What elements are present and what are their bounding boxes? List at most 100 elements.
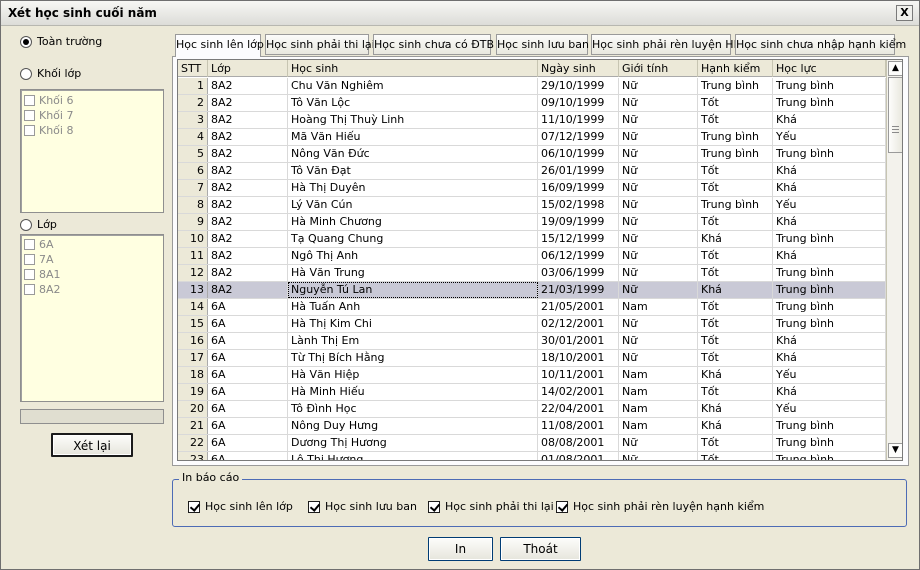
table-row[interactable]: 11 8A2 Ngô Thị Anh 06/12/1999 Nữ Tốt Khá bbox=[178, 248, 886, 265]
radio-whole-school[interactable]: Toàn trường bbox=[20, 35, 102, 48]
table-cell[interactable]: 8A2 bbox=[208, 197, 288, 213]
table-cell[interactable]: 16 bbox=[178, 333, 208, 349]
student-grid[interactable]: STT Lớp Học sinh Ngày sinh Giới tính Hạn… bbox=[177, 59, 903, 461]
table-cell[interactable]: Nguyễn Tú Lan bbox=[288, 282, 538, 298]
scroll-thumb[interactable] bbox=[888, 77, 902, 153]
table-cell[interactable]: Tốt bbox=[698, 350, 773, 366]
table-cell[interactable]: 06/10/1999 bbox=[538, 146, 619, 162]
table-cell[interactable]: Tốt bbox=[698, 299, 773, 315]
tab-held-back[interactable]: Học sinh lưu ban bbox=[496, 34, 589, 55]
table-cell[interactable]: 8A2 bbox=[208, 248, 288, 264]
table-cell[interactable]: 11/10/1999 bbox=[538, 112, 619, 128]
scroll-down-button[interactable]: ▼ bbox=[888, 443, 902, 458]
table-row[interactable]: 6 8A2 Tô Văn Đạt 26/01/1999 Nữ Tốt Khá bbox=[178, 163, 886, 180]
table-cell[interactable]: Khá bbox=[698, 282, 773, 298]
class-list[interactable]: 6A 7A 8A1 8A2 bbox=[20, 234, 164, 402]
table-cell[interactable]: 13 bbox=[178, 282, 208, 298]
print-option-conduct[interactable]: Học sinh phải rèn luyện hạnh kiểm bbox=[556, 500, 764, 513]
table-cell[interactable]: 6A bbox=[208, 333, 288, 349]
table-cell[interactable]: 7 bbox=[178, 180, 208, 196]
table-cell[interactable]: Trung bình bbox=[773, 78, 886, 94]
table-cell[interactable]: 15/02/1998 bbox=[538, 197, 619, 213]
table-cell[interactable]: 5 bbox=[178, 146, 208, 162]
table-cell[interactable]: 14/02/2001 bbox=[538, 384, 619, 400]
table-cell[interactable]: 18/10/2001 bbox=[538, 350, 619, 366]
table-cell[interactable]: Nữ bbox=[619, 316, 698, 332]
table-cell[interactable]: 6A bbox=[208, 299, 288, 315]
table-cell[interactable]: 22/04/2001 bbox=[538, 401, 619, 417]
table-cell[interactable]: 6 bbox=[178, 163, 208, 179]
table-cell[interactable]: Nữ bbox=[619, 146, 698, 162]
table-cell[interactable]: Trung bình bbox=[773, 418, 886, 434]
table-cell[interactable]: Khá bbox=[773, 180, 886, 196]
table-cell[interactable]: Tạ Quang Chung bbox=[288, 231, 538, 247]
table-cell[interactable]: Nam bbox=[619, 299, 698, 315]
table-cell[interactable]: 6A bbox=[208, 316, 288, 332]
table-cell[interactable]: Hà Văn Hiệp bbox=[288, 367, 538, 383]
table-cell[interactable]: 21/03/1999 bbox=[538, 282, 619, 298]
table-row[interactable]: 15 6A Hà Thị Kim Chi 02/12/2001 Nữ Tốt Trung b… bbox=[178, 316, 886, 333]
scroll-up-button[interactable]: ▲ bbox=[888, 61, 902, 76]
vertical-scrollbar[interactable]: ▲ ▼ bbox=[886, 60, 902, 460]
table-row[interactable]: 18 6A Hà Văn Hiệp 10/11/2001 Nam Khá Yếu bbox=[178, 367, 886, 384]
table-cell[interactable]: Chu Văn Nghiêm bbox=[288, 78, 538, 94]
table-cell[interactable]: 15/12/1999 bbox=[538, 231, 619, 247]
table-cell[interactable]: Trung bình bbox=[773, 95, 886, 111]
table-cell[interactable]: Tốt bbox=[698, 452, 773, 460]
table-cell[interactable]: 8A2 bbox=[208, 95, 288, 111]
column-header[interactable]: Hạnh kiểm bbox=[698, 60, 773, 77]
table-cell[interactable]: Hà Thị Duyên bbox=[288, 180, 538, 196]
table-cell[interactable]: Nam bbox=[619, 384, 698, 400]
table-cell[interactable]: 19 bbox=[178, 384, 208, 400]
table-cell[interactable]: Hà Minh Hiếu bbox=[288, 384, 538, 400]
table-row[interactable]: 13 8A2 Nguyễn Tú Lan 21/03/1999 Nữ Khá Trung b… bbox=[178, 282, 886, 299]
table-cell[interactable]: Khá bbox=[773, 112, 886, 128]
table-cell[interactable]: 8A2 bbox=[208, 78, 288, 94]
table-cell[interactable]: Trung bình bbox=[773, 299, 886, 315]
class-item[interactable]: 8A2 bbox=[21, 282, 163, 297]
table-row[interactable]: 2 8A2 Tô Văn Lộc 09/10/1999 Nữ Tốt Trung bình bbox=[178, 95, 886, 112]
radio-grade[interactable]: Khối lớp bbox=[20, 67, 81, 80]
table-cell[interactable]: Lô Thị Hương bbox=[288, 452, 538, 460]
table-cell[interactable]: Tô Văn Lộc bbox=[288, 95, 538, 111]
table-row[interactable]: 21 6A Nông Duy Hưng 11/08/2001 Nam Khá Trung b… bbox=[178, 418, 886, 435]
table-cell[interactable]: Nông Duy Hưng bbox=[288, 418, 538, 434]
table-cell[interactable]: 11/08/2001 bbox=[538, 418, 619, 434]
table-cell[interactable]: 19/09/1999 bbox=[538, 214, 619, 230]
table-cell[interactable]: Khá bbox=[698, 401, 773, 417]
table-cell[interactable]: Tốt bbox=[698, 248, 773, 264]
table-cell[interactable]: Nữ bbox=[619, 95, 698, 111]
print-option-retake[interactable]: Học sinh phải thi lại bbox=[428, 500, 554, 513]
class-item[interactable]: 8A1 bbox=[21, 267, 163, 282]
table-cell[interactable]: Khá bbox=[773, 214, 886, 230]
table-cell[interactable]: Tốt bbox=[698, 384, 773, 400]
table-cell[interactable]: 1 bbox=[178, 78, 208, 94]
grade-item[interactable]: Khối 7 bbox=[21, 108, 163, 123]
table-cell[interactable]: Trung bình bbox=[698, 146, 773, 162]
table-cell[interactable]: Hà Thị Kim Chi bbox=[288, 316, 538, 332]
table-cell[interactable]: 10/11/2001 bbox=[538, 367, 619, 383]
class-item[interactable]: 7A bbox=[21, 252, 163, 267]
table-cell[interactable]: Tốt bbox=[698, 112, 773, 128]
table-cell[interactable]: 11 bbox=[178, 248, 208, 264]
table-cell[interactable]: Khá bbox=[773, 248, 886, 264]
table-cell[interactable]: 8 bbox=[178, 197, 208, 213]
table-cell[interactable]: Ngô Thị Anh bbox=[288, 248, 538, 264]
table-cell[interactable]: Khá bbox=[773, 333, 886, 349]
tab-retake-exam[interactable]: Học sinh phải thi lại bbox=[265, 34, 375, 55]
table-cell[interactable]: Yếu bbox=[773, 129, 886, 145]
column-header[interactable]: Lớp bbox=[208, 60, 288, 77]
table-cell[interactable]: Khá bbox=[698, 231, 773, 247]
table-cell[interactable]: 14 bbox=[178, 299, 208, 315]
table-cell[interactable]: Khá bbox=[773, 163, 886, 179]
table-row[interactable]: 3 8A2 Hoàng Thị Thuỳ Linh 11/10/1999 Nữ Tốt Kh… bbox=[178, 112, 886, 129]
table-row[interactable]: 5 8A2 Nông Văn Đức 06/10/1999 Nữ Trung bình Tr… bbox=[178, 146, 886, 163]
table-cell[interactable]: 6A bbox=[208, 367, 288, 383]
table-row[interactable]: 17 6A Từ Thị Bích Hằng 18/10/2001 Nữ Tốt Khá bbox=[178, 350, 886, 367]
table-cell[interactable]: Nữ bbox=[619, 112, 698, 128]
table-cell[interactable]: Nữ bbox=[619, 214, 698, 230]
class-item[interactable]: 6A bbox=[21, 237, 163, 252]
table-row[interactable]: 22 6A Dương Thị Hương 08/08/2001 Nữ Tốt Trung … bbox=[178, 435, 886, 452]
table-cell[interactable]: Nữ bbox=[619, 180, 698, 196]
table-cell[interactable]: 30/01/2001 bbox=[538, 333, 619, 349]
